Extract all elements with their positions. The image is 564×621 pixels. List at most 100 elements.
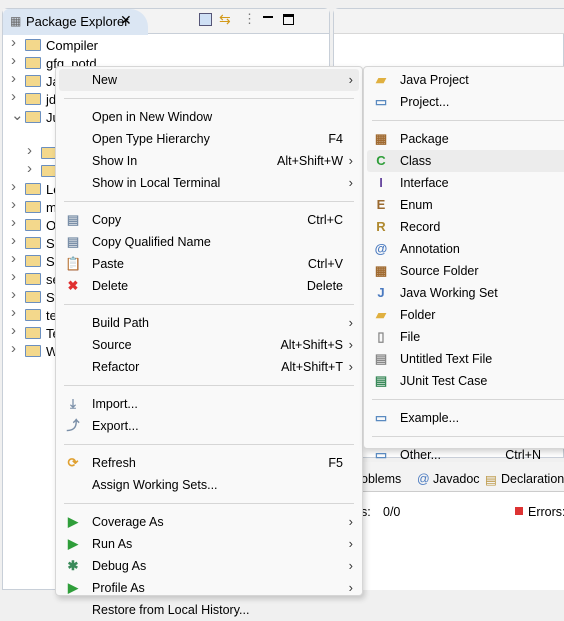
example-icon: ▭ <box>374 410 388 425</box>
menu-item-source-folder[interactable]: ▦ Source Folder <box>367 260 564 282</box>
menu-item-assign-working-sets[interactable]: Assign Working Sets... <box>59 474 359 496</box>
chevron-down-icon[interactable]: ⌄ <box>11 106 24 124</box>
shortcut-label: Ctrl+V <box>307 257 343 271</box>
tree-item[interactable]: › Compiler <box>3 34 329 54</box>
chevron-right-icon[interactable]: › <box>11 88 16 105</box>
menu-item-other[interactable]: ▭ Other... Ctrl+N <box>367 444 564 466</box>
chevron-right-icon[interactable]: › <box>11 232 16 249</box>
panel-header: ▦ Package Explorer ✕ ⇆ ⋮ <box>3 9 329 35</box>
chevron-right-icon[interactable]: › <box>11 178 16 195</box>
class-icon: C <box>376 153 386 168</box>
chevron-right-icon[interactable]: › <box>11 322 16 339</box>
chevron-right-icon[interactable]: › <box>27 160 32 177</box>
chevron-right-icon[interactable]: › <box>11 70 16 87</box>
menu-item-label: Other... <box>400 448 441 462</box>
project-folder-icon <box>25 273 41 285</box>
chevron-right-icon[interactable]: › <box>11 286 16 303</box>
menu-item-project[interactable]: ▭ Project... <box>367 91 564 113</box>
shortcut-label: Ctrl+N <box>505 448 541 462</box>
menu-item-export[interactable]: ⤴ Export... <box>59 415 359 437</box>
tab-package-explorer[interactable]: ▦ Package Explorer ✕ <box>3 9 148 35</box>
source-folder-icon: ▦ <box>374 263 388 278</box>
chevron-right-icon: › <box>348 72 353 87</box>
chevron-right-icon[interactable]: › <box>11 214 16 231</box>
close-icon[interactable]: ✕ <box>120 12 132 29</box>
chevron-right-icon[interactable]: › <box>27 142 32 159</box>
menu-item-label: Enum <box>400 198 433 212</box>
menu-item-enum[interactable]: E Enum <box>367 194 564 216</box>
chevron-right-icon[interactable]: › <box>11 196 16 213</box>
junit-icon: ▤ <box>374 373 388 388</box>
declaration-icon: ▤ <box>485 473 497 487</box>
menu-item-interface[interactable]: I Interface <box>367 172 564 194</box>
project-folder-icon <box>25 327 41 339</box>
menu-item-build-path[interactable]: Build Path › <box>59 312 359 334</box>
menu-item-new[interactable]: New › <box>59 69 359 91</box>
menu-item-java-working-set[interactable]: J Java Working Set <box>367 282 564 304</box>
menu-item-profile-as[interactable]: ▶ Profile As › <box>59 577 359 599</box>
chevron-right-icon[interactable]: › <box>11 250 16 267</box>
minimize-icon[interactable] <box>263 16 273 18</box>
menu-item-file[interactable]: ▯ File <box>367 326 564 348</box>
menu-item-label: Assign Working Sets... <box>92 478 218 492</box>
menu-item-coverage-as[interactable]: ▶ Coverage As › <box>59 511 359 533</box>
menu-item-import[interactable]: ⤓ Import... <box>59 393 359 415</box>
project-folder-icon <box>25 219 41 231</box>
tab-declaration[interactable]: Declaration <box>501 472 564 486</box>
menu-item-annotation[interactable]: @ Annotation <box>367 238 564 260</box>
menu-item-copy[interactable]: ▤ Copy Ctrl+C <box>59 209 359 231</box>
menu-item-refresh[interactable]: ⟳ Refresh F5 <box>59 452 359 474</box>
menu-item-package[interactable]: ▦ Package <box>367 128 564 150</box>
menu-item-refactor[interactable]: Refactor Alt+Shift+T › <box>59 356 359 378</box>
menu-item-label: Open Type Hierarchy <box>92 132 210 146</box>
chevron-right-icon[interactable]: › <box>11 52 16 69</box>
bottom-panel: oblems @ Javadoc ▤ Declaration s: 0/0 Er… <box>333 462 564 590</box>
menu-separator <box>64 503 354 504</box>
tab-problems[interactable]: oblems <box>361 472 401 486</box>
menu-item-label: New <box>92 73 118 87</box>
delete-icon: ✖ <box>67 278 79 293</box>
menu-item-label: Show In <box>92 154 138 168</box>
chevron-right-icon[interactable]: › <box>11 304 16 321</box>
menu-item-record[interactable]: R Record <box>367 216 564 238</box>
menu-item-delete[interactable]: ✖ Delete Delete <box>59 275 359 297</box>
maximize-icon[interactable] <box>283 14 294 25</box>
menu-item-debug-as[interactable]: ✱ Debug As › <box>59 555 359 577</box>
chevron-right-icon[interactable]: › <box>11 268 16 285</box>
menu-item-show-in-local-terminal[interactable]: Show in Local Terminal › <box>59 172 359 194</box>
menu-item-label: Delete <box>92 279 129 293</box>
tab-javadoc[interactable]: Javadoc <box>433 472 480 486</box>
copy-icon: ▤ <box>66 212 80 227</box>
other-icon: ▭ <box>374 447 388 462</box>
link-editor-icon[interactable]: ⇆ <box>219 11 231 28</box>
menu-item-show-in[interactable]: Show In Alt+Shift+W › <box>59 150 359 172</box>
menu-item-label: Source <box>92 338 132 352</box>
menu-item-restore-from-local-history[interactable]: Restore from Local History... <box>59 599 359 621</box>
collapse-all-icon[interactable] <box>199 13 212 26</box>
menu-item-open-in-new-window[interactable]: Open in New Window <box>59 106 359 128</box>
shortcut-label: Delete <box>306 279 343 293</box>
copy-qualified-icon: ▤ <box>66 234 80 249</box>
menu-item-paste[interactable]: 📋 Paste Ctrl+V <box>59 253 359 275</box>
menu-item-junit-test-case[interactable]: ▤ JUnit Test Case <box>367 370 564 392</box>
menu-item-folder[interactable]: ▰ Folder <box>367 304 564 326</box>
menu-item-example[interactable]: ▭ Example... <box>367 407 564 429</box>
menu-separator <box>372 120 564 121</box>
menu-item-run-as[interactable]: ▶ Run As › <box>59 533 359 555</box>
menu-item-source[interactable]: Source Alt+Shift+S › <box>59 334 359 356</box>
menu-item-copy-qualified-name[interactable]: ▤ Copy Qualified Name <box>59 231 359 253</box>
menu-item-open-type-hierarchy[interactable]: Open Type Hierarchy F4 <box>59 128 359 150</box>
bottom-tabs: oblems @ Javadoc ▤ Declaration <box>333 462 564 492</box>
menu-item-class[interactable]: C Class <box>367 150 564 172</box>
menu-item-label: Restore from Local History... <box>92 603 250 617</box>
view-menu-icon[interactable]: ⋮ <box>243 11 256 27</box>
profile-icon: ▶ <box>68 580 78 595</box>
chevron-right-icon[interactable]: › <box>11 340 16 357</box>
project-folder-icon <box>25 39 41 51</box>
import-icon: ⤓ <box>70 396 76 411</box>
chevron-right-icon[interactable]: › <box>11 34 16 51</box>
menu-item-untitled-text-file[interactable]: ▤ Untitled Text File <box>367 348 564 370</box>
menu-item-label: Run As <box>92 537 133 551</box>
menu-item-label: Package <box>400 132 449 146</box>
menu-item-java-project[interactable]: ▰ Java Project <box>367 69 564 91</box>
